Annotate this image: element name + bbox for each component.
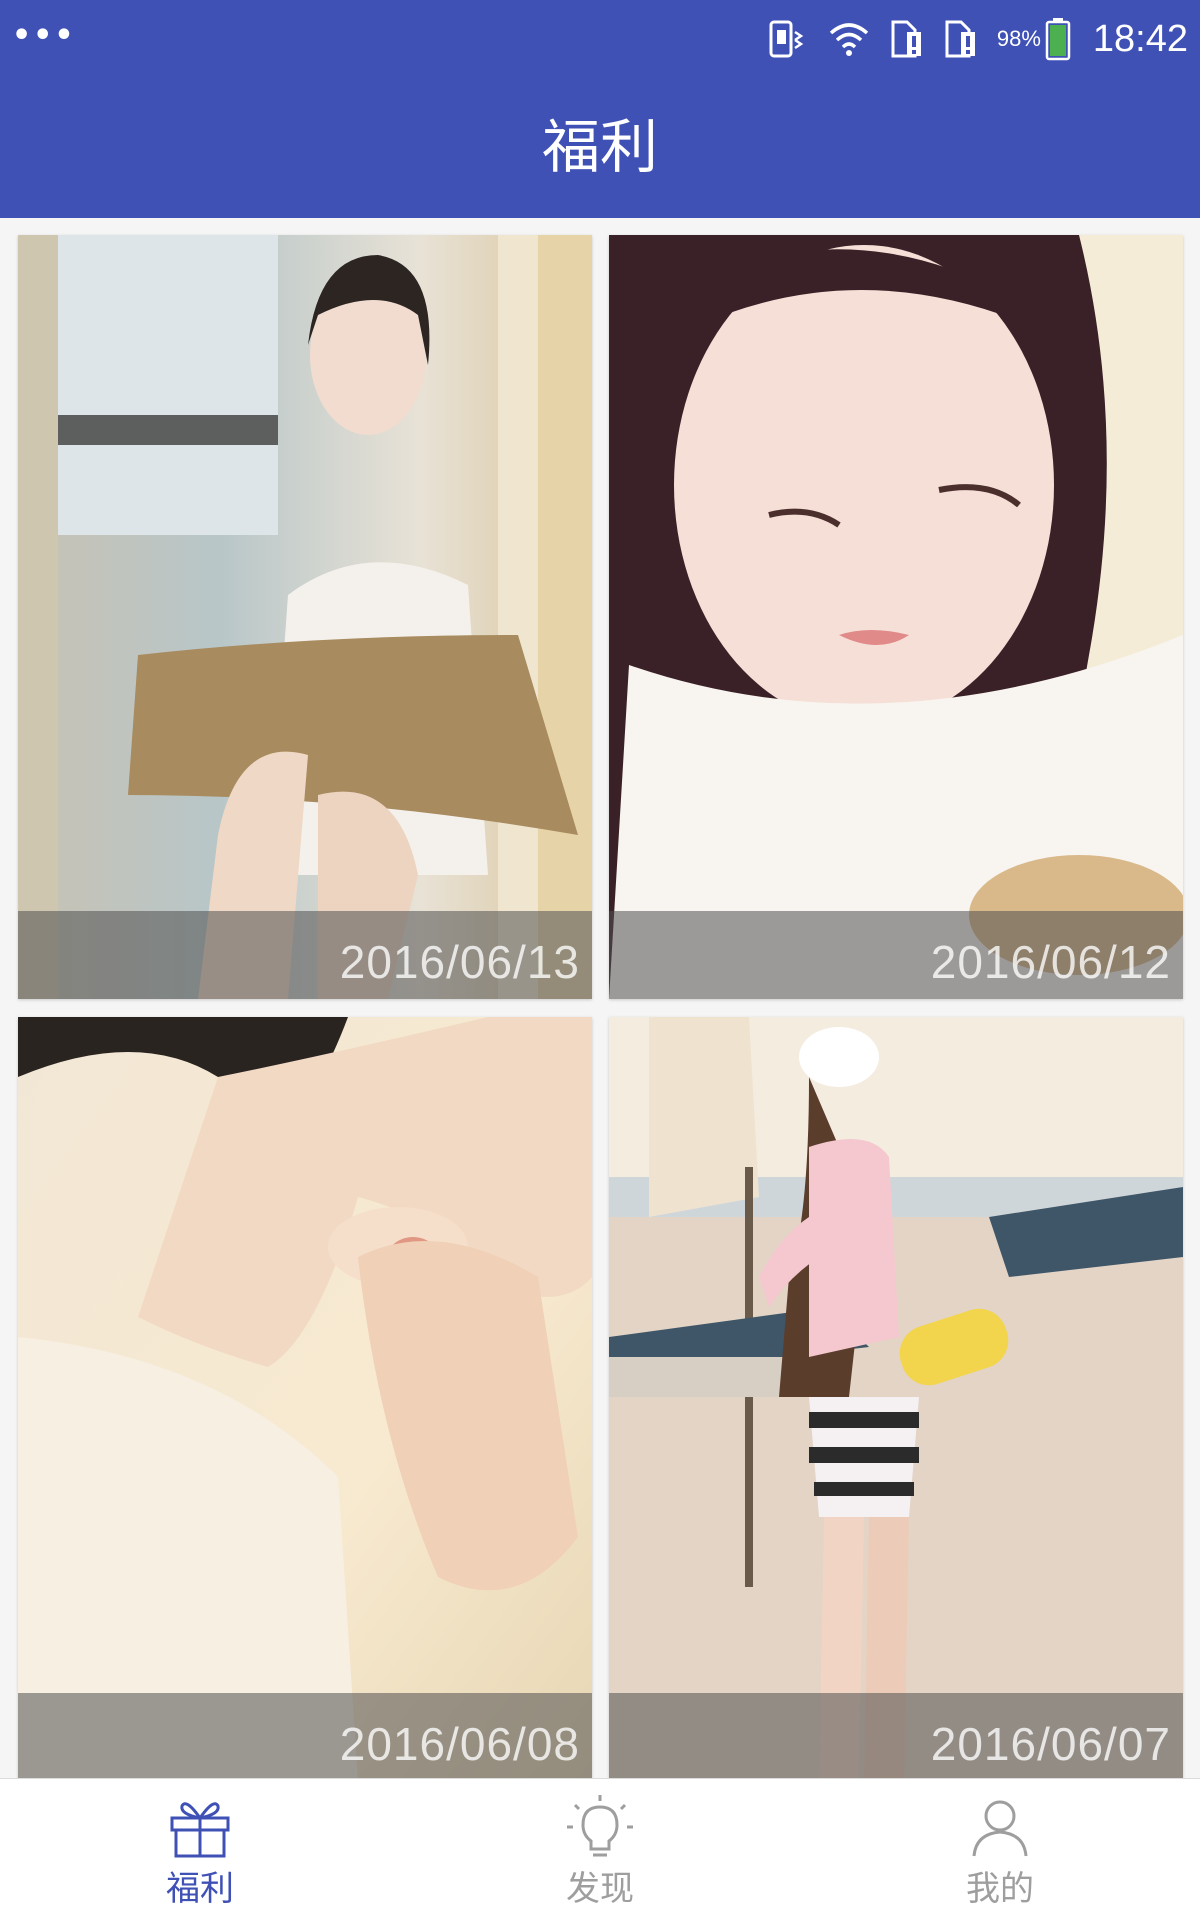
vibrate-icon <box>767 18 809 60</box>
bottom-navigation: 福利 发现 我的 <box>0 1778 1200 1920</box>
photo-date: 2016/06/07 <box>930 1718 1171 1770</box>
photo-card[interactable]: 2016/06/13 <box>18 235 592 999</box>
photo-image <box>18 235 592 999</box>
date-overlay: 2016/06/08 <box>18 1693 592 1781</box>
nav-item-welfare[interactable]: 福利 <box>0 1779 400 1920</box>
status-bar: ••• 98% 18:42 <box>0 0 1200 78</box>
photo-date: 2016/06/08 <box>339 1718 580 1770</box>
photo-image <box>609 235 1183 999</box>
lightbulb-icon <box>565 1793 635 1863</box>
nav-item-discover[interactable]: 发现 <box>400 1779 800 1920</box>
photo-image <box>18 1017 592 1781</box>
wifi-icon <box>827 19 871 59</box>
nav-label-welfare: 福利 <box>166 1869 234 1909</box>
photo-date: 2016/06/13 <box>339 936 580 988</box>
photo-grid: 2016/06/13 2016/06/12 2016/06/08 2016/06… <box>0 218 1200 1781</box>
photo-card[interactable]: 2016/06/07 <box>609 1017 1183 1781</box>
photo-card[interactable]: 2016/06/08 <box>18 1017 592 1781</box>
status-clock: 18:42 <box>1092 17 1188 60</box>
sim2-alert-icon <box>943 18 979 60</box>
nav-item-mine[interactable]: 我的 <box>800 1779 1200 1920</box>
date-overlay: 2016/06/07 <box>609 1693 1183 1781</box>
date-overlay: 2016/06/12 <box>609 911 1183 999</box>
gift-icon <box>165 1793 235 1863</box>
menu-dots-icon: ••• <box>12 18 76 53</box>
battery-icon <box>1045 17 1071 61</box>
person-icon <box>965 1793 1035 1863</box>
nav-label-discover: 发现 <box>566 1869 634 1909</box>
status-icons: 98% 18:42 <box>767 16 1188 62</box>
app-bar: ••• 98% 18:42 福利 <box>0 0 1200 218</box>
photo-image <box>609 1017 1183 1781</box>
photo-card[interactable]: 2016/06/12 <box>609 235 1183 999</box>
page-title: 福利 <box>541 113 658 181</box>
sim1-alert-icon <box>889 18 925 60</box>
nav-label-mine: 我的 <box>966 1869 1034 1909</box>
photo-date: 2016/06/12 <box>930 936 1171 988</box>
date-overlay: 2016/06/13 <box>18 911 592 999</box>
battery-percent: 98% <box>996 26 1041 51</box>
